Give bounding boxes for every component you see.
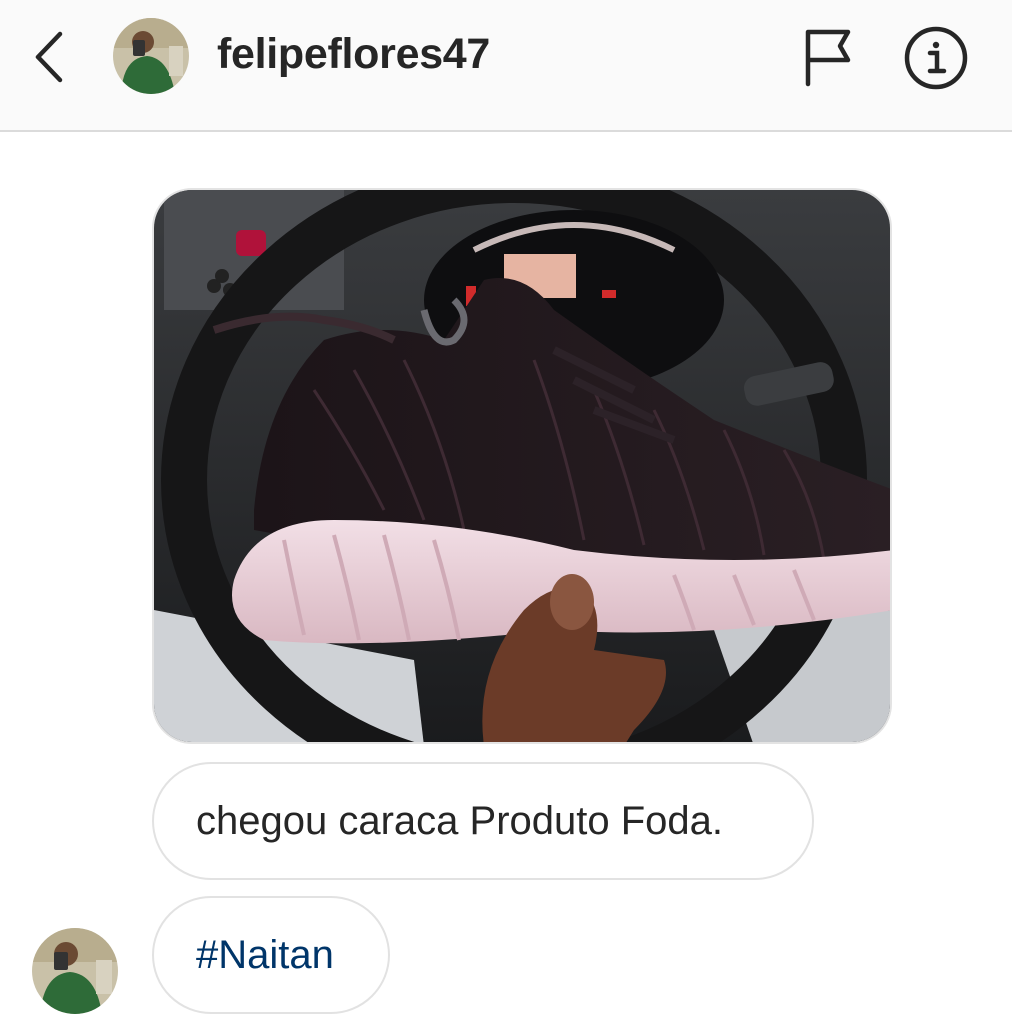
header-avatar[interactable]: [113, 18, 189, 94]
message-text: chegou caraca Produto Foda.: [196, 798, 724, 843]
chat-username[interactable]: felipeflores47: [217, 30, 490, 79]
message-bubble[interactable]: #Naitan: [152, 896, 390, 1014]
info-button[interactable]: [900, 22, 972, 94]
sender-avatar[interactable]: [32, 928, 118, 1014]
flag-icon: [805, 29, 851, 87]
chevron-left-icon: [35, 31, 63, 83]
sneaker-photo: [154, 190, 890, 742]
message-bubble[interactable]: chegou caraca Produto Foda.: [152, 762, 814, 880]
back-button[interactable]: [22, 26, 78, 88]
report-button[interactable]: [796, 24, 860, 90]
avatar-image: [113, 18, 189, 94]
hashtag-link[interactable]: #Naitan: [196, 933, 334, 978]
photo-message[interactable]: [152, 188, 892, 744]
info-icon: [904, 26, 968, 90]
chat-header: felipeflores47: [0, 0, 1012, 132]
avatar-image: [32, 928, 118, 1014]
